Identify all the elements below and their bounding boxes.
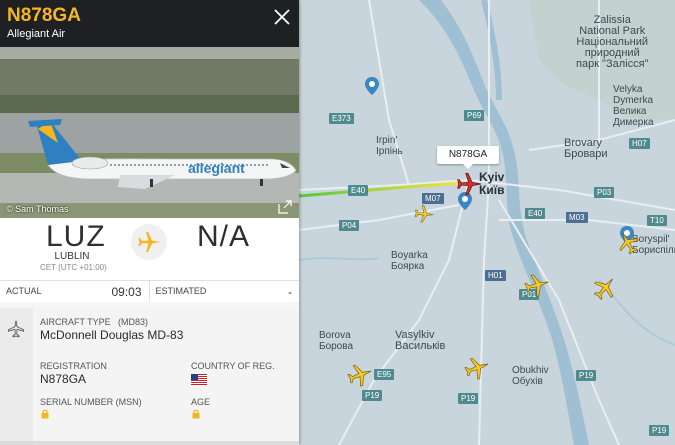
country-label: COUNTRY OF REG. [191,361,275,371]
place-brovary: Brovary Бровари [564,137,608,160]
registration-label: REGISTRATION [40,361,107,371]
registration-value[interactable]: N878GA [40,372,86,386]
road-shield: P69 [464,110,485,121]
road-shield: P03 [594,187,615,198]
airline-name[interactable]: Allegiant Air [7,28,65,40]
place-velyka-dymerka: Velyka Dymerka Велика Димерка [613,84,654,128]
expand-photo-icon[interactable] [278,200,292,214]
panel-bottom-edge [0,441,299,445]
place-irpin: Irpin' Ірпінь [376,135,403,157]
place-vasylkiv: Vasylkiv Васильків [395,329,446,352]
airplane-icon[interactable] [592,275,618,301]
serial-number-label: SERIAL NUMBER (MSN) [40,397,142,407]
flight-callsign: N878GA [7,5,81,26]
aircraft-info-card: AIRCRAFT TYPE (MD83) McDonnell Douglas M… [33,308,299,445]
road-shield: M03 [566,212,588,223]
close-icon[interactable] [273,8,291,26]
origin-city: LUBLIN [54,251,90,262]
actual-value: 09:03 [111,285,142,299]
selected-flight-callout[interactable]: N878GA [437,146,499,169]
photo-credit[interactable]: © Sam Thomas [6,204,69,214]
flight-info-panel: N878GA Allegiant Air allegiant © Sam Tho… [0,0,299,445]
age-label: AGE [191,397,211,407]
place-kyiv: Kyiv Київ [479,170,505,197]
aircraft-photo[interactable]: allegiant © Sam Thomas [0,47,299,218]
place-zalissia: Zalissia National Park Національний природн… [576,14,649,70]
place-borova: Borova Борова [319,330,354,352]
aircraft-type-label: AIRCRAFT TYPE [40,317,111,327]
estimated-label: ESTIMATED [155,286,207,296]
road-shield: E373 [329,113,354,124]
panel-header: N878GA Allegiant Air [0,0,299,47]
destination-airport-code: N/A [197,220,251,253]
location-pin-icon[interactable] [365,77,379,95]
route-airplane-icon [131,224,167,260]
origin-airport-code[interactable]: LUZ [46,220,106,254]
us-flag-icon [191,374,207,385]
airplane-icon[interactable] [347,362,373,388]
aircraft-details: AIRCRAFT TYPE (MD83) McDonnell Douglas M… [0,302,299,445]
place-obukhiv: Obukhiv Обухів [512,365,549,387]
aircraft-icon [8,320,24,338]
route-summary: LUZ LUBLIN CET (UTC +01:00) N/A [0,218,299,280]
aircraft-photo-image: allegiant [0,47,299,218]
road-shield: E40 [525,208,546,219]
place-boyarka: Boyarka Боярка [391,250,428,272]
app-root: Zalissia National Park Національний природн… [0,0,675,445]
road-shield: H07 [629,138,650,149]
origin-timezone: CET (UTC +01:00) [40,263,107,272]
actual-time-cell: ACTUAL 09:03 [0,281,150,303]
road-shield: M07 [422,193,444,204]
actual-label: ACTUAL [6,286,42,296]
road-shield: P19 [649,425,670,436]
lock-icon[interactable] [192,409,200,419]
lock-icon[interactable] [41,409,49,419]
airplane-icon[interactable] [464,355,490,381]
road-shield: P19 [576,370,597,381]
road-shield: P19 [362,390,383,401]
road-shield: P19 [458,393,479,404]
road-shield: E40 [348,185,369,196]
flight-map[interactable]: Zalissia National Park Національний природн… [299,0,675,445]
selected-airplane-icon[interactable] [456,171,482,197]
airplane-icon[interactable] [616,231,640,255]
airplane-icon[interactable] [414,204,434,224]
livery-text: allegiant [188,160,245,176]
aircraft-type-name[interactable]: McDonnell Douglas MD-83 [40,328,183,342]
estimated-value: - [288,285,292,299]
road-shield: E95 [374,369,395,380]
road-shield: H01 [485,270,506,281]
aircraft-type-code: (MD83) [118,317,149,327]
estimated-time-cell: ESTIMATED - [150,281,300,303]
road-shield: P04 [339,220,360,231]
road-shield: T10 [647,215,667,226]
time-row: ACTUAL 09:03 ESTIMATED - [0,280,300,303]
airplane-icon[interactable] [524,272,550,298]
